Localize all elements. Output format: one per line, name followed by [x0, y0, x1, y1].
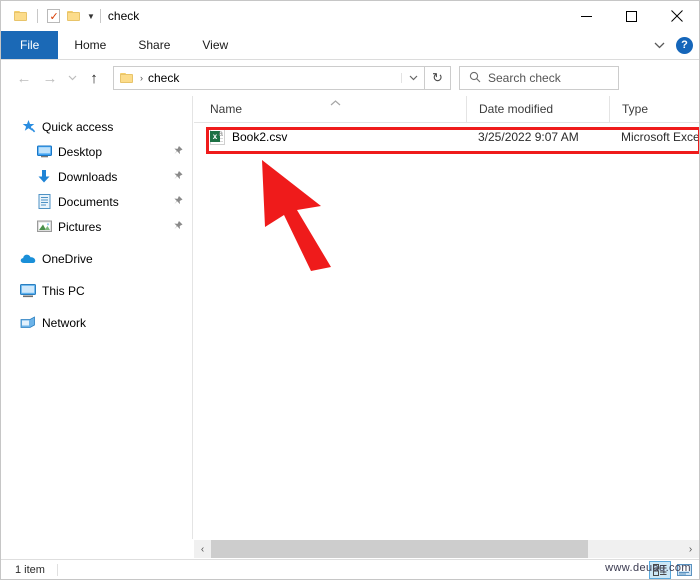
- scrollbar-track[interactable]: [211, 540, 682, 558]
- tab-share[interactable]: Share: [122, 31, 186, 59]
- item-count-label: 1 item: [1, 564, 58, 576]
- tab-view[interactable]: View: [186, 31, 244, 59]
- address-dropdown-icon[interactable]: [401, 73, 424, 83]
- navigation-bar: ← → ↑ › check ↻ Search check: [1, 60, 699, 96]
- pin-icon[interactable]: [168, 218, 186, 236]
- close-button[interactable]: [654, 1, 699, 31]
- sidebar-item-network[interactable]: Network: [1, 310, 192, 335]
- file-explorer-window: ✓ ▼ check File Home Share View ? ← → ↑ ›…: [0, 0, 700, 580]
- table-row[interactable]: x a Book2.csv 3/25/2022 9:07 AM Microsof…: [194, 124, 699, 149]
- scrollbar-thumb[interactable]: [211, 540, 588, 558]
- recent-locations-button[interactable]: [63, 65, 81, 91]
- pin-icon[interactable]: [168, 143, 186, 161]
- properties-checkmark-icon: ✓: [46, 9, 60, 23]
- sidebar-item-label: OneDrive: [42, 251, 93, 266]
- window-controls: [564, 1, 699, 31]
- maximize-button[interactable]: [609, 1, 654, 31]
- network-icon: [19, 315, 37, 330]
- search-box[interactable]: Search check: [459, 66, 619, 90]
- scroll-left-button[interactable]: ‹: [194, 540, 211, 558]
- forward-button[interactable]: →: [37, 65, 63, 91]
- sidebar-item-label: Network: [42, 315, 87, 330]
- window-title: check: [107, 9, 140, 23]
- status-bar: 1 item: [1, 559, 699, 579]
- up-button[interactable]: ↑: [81, 65, 107, 91]
- sidebar-item-downloads[interactable]: Downloads: [1, 164, 192, 189]
- breadcrumb-separator: ›: [140, 73, 143, 83]
- tab-file[interactable]: File: [1, 31, 59, 59]
- qat-folder-button[interactable]: [11, 6, 31, 26]
- quick-access-toolbar: ✓ ▼ check: [1, 1, 139, 31]
- sidebar-item-label: Downloads: [58, 169, 118, 184]
- column-header-type[interactable]: Type: [609, 96, 699, 122]
- chevron-down-icon[interactable]: [648, 34, 670, 56]
- sidebar-item-pictures[interactable]: Pictures: [1, 214, 192, 239]
- pin-icon[interactable]: [168, 193, 186, 211]
- sidebar-item-quick-access[interactable]: Quick access: [1, 114, 192, 139]
- cloud-icon: [19, 253, 37, 264]
- refresh-button[interactable]: ↻: [425, 66, 451, 90]
- sidebar-item-label: Pictures: [58, 219, 102, 234]
- sort-ascending-icon: [330, 98, 341, 108]
- file-name-label: Book2.csv: [232, 129, 288, 144]
- folder-icon: [120, 72, 135, 84]
- star-pin-icon: [19, 119, 37, 134]
- chevron-down-icon[interactable]: ▼: [87, 12, 95, 21]
- file-list-pane: Name Date modified Type x a Book2.csv 3/…: [194, 96, 699, 539]
- sidebar-item-this-pc[interactable]: This PC: [1, 278, 192, 303]
- tab-home[interactable]: Home: [58, 31, 122, 59]
- sidebar-item-label: This PC: [42, 283, 85, 298]
- pictures-icon: [35, 220, 53, 233]
- sidebar-item-documents[interactable]: Documents: [1, 189, 192, 214]
- column-header-row: Name Date modified Type: [194, 96, 699, 123]
- folder-icon: [66, 10, 82, 22]
- search-icon: [469, 71, 481, 86]
- qat-properties-button[interactable]: ✓: [43, 6, 63, 26]
- address-bar[interactable]: › check: [113, 66, 425, 90]
- back-button[interactable]: ←: [11, 65, 37, 91]
- sidebar-item-label: Desktop: [58, 144, 103, 159]
- sidebar-item-desktop[interactable]: Desktop: [1, 139, 192, 164]
- sidebar-item-label: Documents: [58, 194, 119, 209]
- minimize-button[interactable]: [564, 1, 609, 31]
- ribbon-right-controls: ?: [648, 31, 693, 59]
- file-date-cell: 3/25/2022 9:07 AM: [478, 129, 579, 144]
- sidebar-item-onedrive[interactable]: OneDrive: [1, 246, 192, 271]
- column-header-date-modified[interactable]: Date modified: [466, 96, 609, 122]
- folder-icon: [13, 10, 29, 22]
- file-type-cell: Microsoft Excel: [621, 129, 699, 144]
- computer-icon: [19, 283, 37, 298]
- help-button[interactable]: ?: [676, 36, 693, 54]
- watermark: www.deuaq.com: [605, 562, 691, 574]
- file-name-cell[interactable]: x a Book2.csv: [194, 128, 466, 145]
- qat-divider: [99, 9, 101, 23]
- ribbon-tab-bar: File Home Share View ?: [1, 31, 699, 60]
- breadcrumb-current-folder[interactable]: check: [148, 71, 179, 85]
- ribbon-tabs: File Home Share View: [1, 31, 699, 59]
- excel-csv-icon: x a: [210, 128, 225, 145]
- title-bar: ✓ ▼ check: [1, 1, 699, 31]
- navigation-pane: Quick access Desktop Downloads Documents…: [1, 96, 193, 539]
- qat-divider: [37, 9, 38, 23]
- horizontal-scrollbar[interactable]: ‹ ›: [194, 540, 699, 558]
- search-input[interactable]: Search check: [488, 71, 561, 85]
- desktop-icon: [35, 145, 53, 158]
- pin-icon[interactable]: [168, 168, 186, 186]
- download-arrow-icon: [35, 169, 53, 184]
- sidebar-item-label: Quick access: [42, 119, 114, 134]
- qat-new-folder-button[interactable]: [64, 6, 84, 26]
- documents-icon: [35, 194, 53, 209]
- scroll-right-button[interactable]: ›: [682, 540, 699, 558]
